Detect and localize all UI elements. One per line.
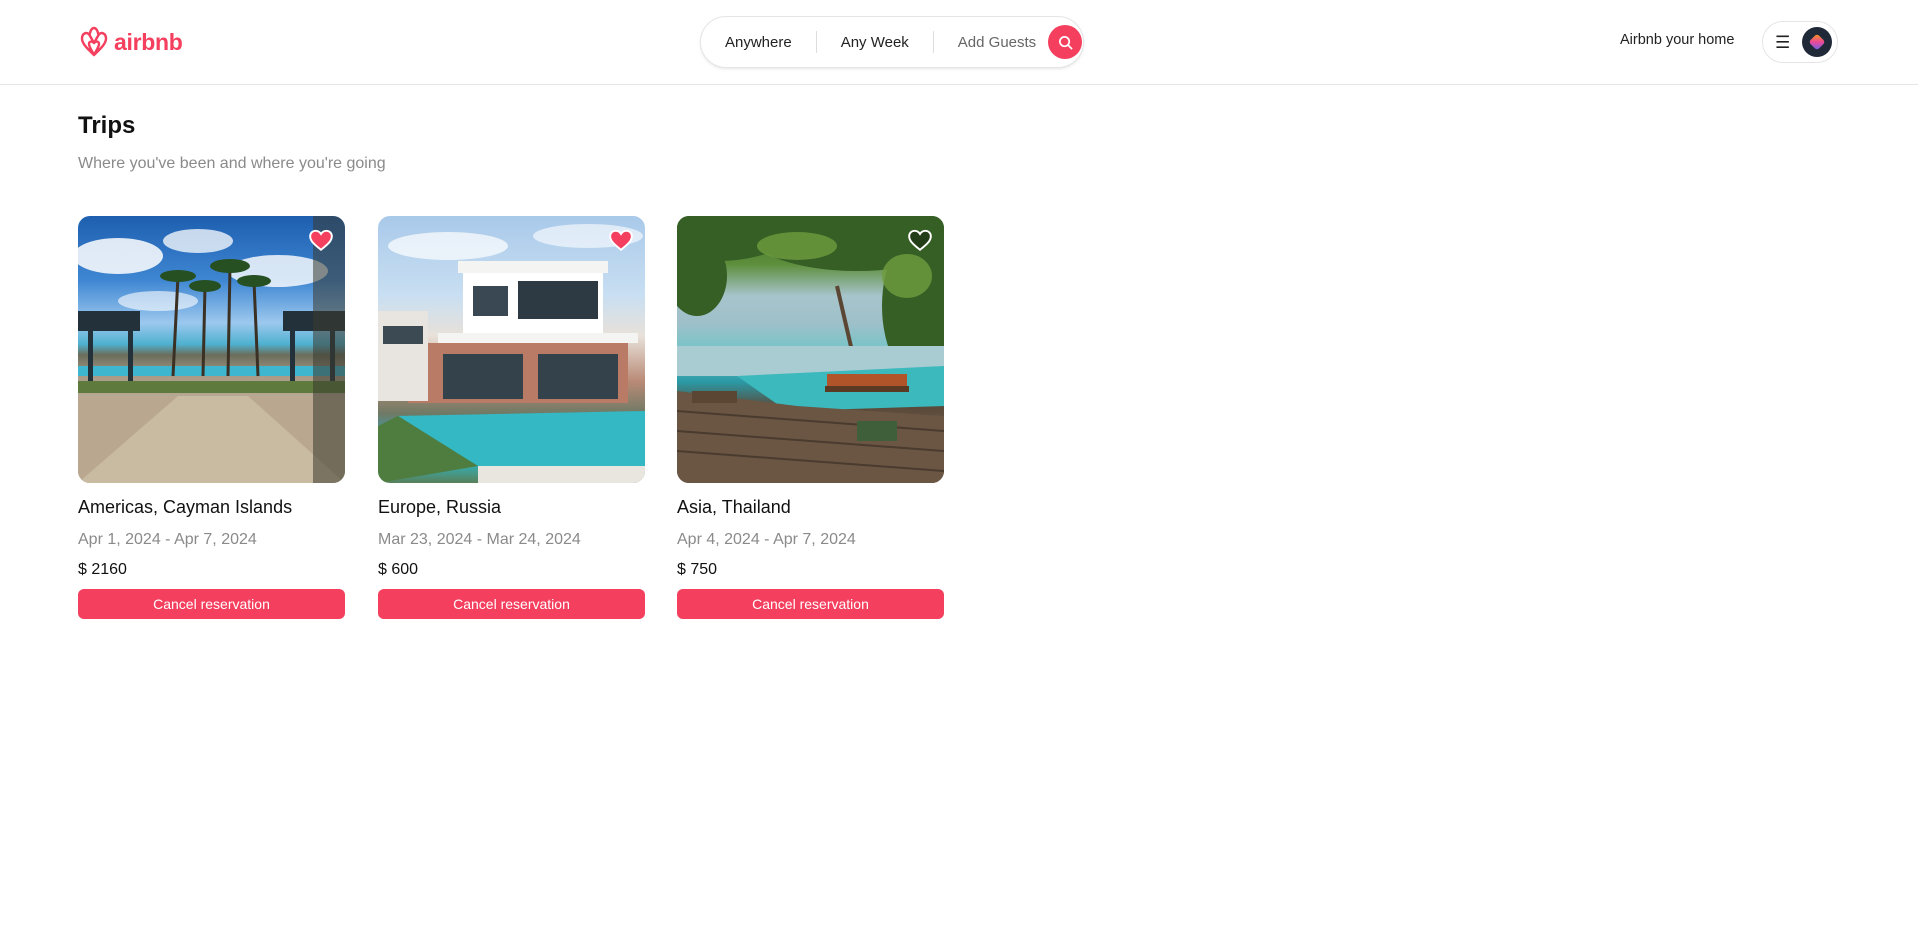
favorite-heart-icon[interactable] [907, 227, 933, 253]
airbnb-logo[interactable]: airbnb [78, 25, 183, 59]
heart-filled-icon [309, 229, 333, 251]
top-navbar: airbnb Anywhere Any Week Add Guests Airb… [0, 0, 1918, 85]
favorite-heart-icon[interactable] [308, 227, 334, 253]
listing-photo[interactable] [378, 216, 645, 483]
trip-price: $ 750 [677, 561, 718, 578]
host-home-link[interactable]: Airbnb your home [1620, 32, 1734, 48]
guests-filter[interactable]: Add Guests [934, 34, 1048, 51]
trip-card[interactable]: Europe, Russia Mar 23, 2024 - Mar 24, 20… [378, 216, 645, 619]
avatar-logo-icon [1808, 33, 1826, 51]
trip-location: Europe, Russia [378, 497, 502, 517]
cancel-reservation-button[interactable]: Cancel reservation [78, 589, 345, 619]
location-filter[interactable]: Anywhere [701, 34, 816, 51]
trip-dates: Apr 1, 2024 - Apr 7, 2024 [78, 531, 257, 548]
favorite-heart-icon[interactable] [608, 227, 634, 253]
search-button[interactable] [1048, 25, 1083, 59]
trip-price: $ 600 [378, 561, 419, 578]
listing-photo[interactable] [677, 216, 944, 483]
trip-dates: Apr 4, 2024 - Apr 7, 2024 [677, 531, 856, 548]
avatar [1802, 27, 1833, 57]
brand-name: airbnb [114, 28, 183, 55]
user-menu-button[interactable]: ☰ [1762, 21, 1838, 63]
trip-card[interactable]: Asia, Thailand Apr 4, 2024 - Apr 7, 2024… [677, 216, 944, 619]
hamburger-icon: ☰ [1775, 32, 1791, 52]
infinity-pool-photo [677, 216, 944, 483]
page-subtitle: Where you've been and where you're going [78, 155, 386, 172]
search-icon [1058, 35, 1073, 49]
trip-card[interactable]: Americas, Cayman Islands Apr 1, 2024 - A… [78, 216, 345, 619]
dates-filter[interactable]: Any Week [817, 34, 933, 51]
modern-villa-photo [378, 216, 645, 483]
trip-location: Americas, Cayman Islands [78, 497, 293, 517]
airbnb-logo-icon [80, 26, 108, 57]
cancel-reservation-button[interactable]: Cancel reservation [677, 589, 944, 619]
trip-dates: Mar 23, 2024 - Mar 24, 2024 [378, 531, 581, 548]
trip-location: Asia, Thailand [677, 497, 791, 517]
trip-price: $ 2160 [78, 561, 127, 578]
search-bar[interactable]: Anywhere Any Week Add Guests [700, 16, 1084, 68]
cancel-reservation-button[interactable]: Cancel reservation [378, 589, 645, 619]
heart-filled-icon [609, 229, 633, 251]
heart-outline-icon [908, 229, 932, 251]
page-title: Trips [78, 112, 136, 139]
listing-photo[interactable] [78, 216, 345, 483]
beach-resort-photo [78, 216, 345, 483]
